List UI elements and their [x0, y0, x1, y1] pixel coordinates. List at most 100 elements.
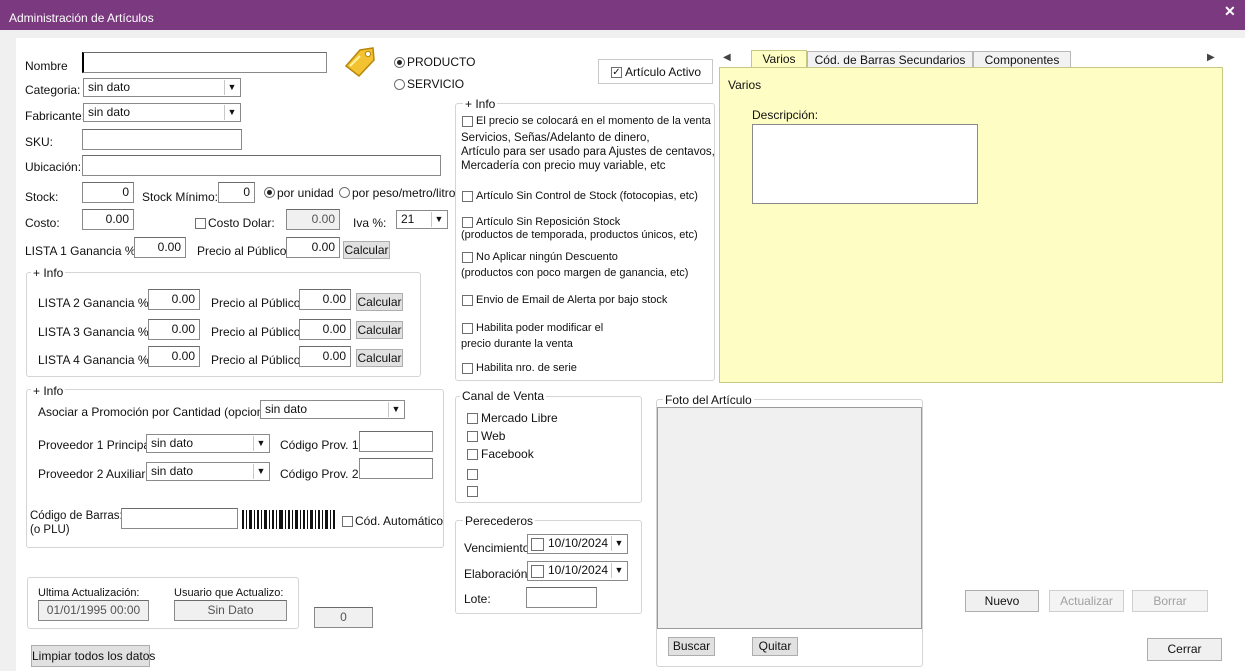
foto-preview[interactable] — [657, 407, 922, 629]
sin-control-stock-checkbox[interactable] — [462, 191, 473, 202]
email-alerta-checkbox[interactable] — [462, 295, 473, 306]
precio2-input[interactable]: 0.00 — [299, 289, 351, 310]
prov1-select[interactable]: sin dato ▼ — [146, 434, 270, 453]
tab-scroll-left-icon[interactable]: ◀ — [723, 52, 731, 63]
lista1-label: LISTA 1 Ganancia %: — [25, 244, 139, 258]
iva-select[interactable]: 21 ▼ — [396, 210, 448, 229]
limpiar-button[interactable]: Limpiar todos los datos — [31, 645, 155, 667]
barras-input[interactable] — [121, 508, 238, 529]
fabricante-label: Fabricante: — [25, 109, 86, 123]
precio4-label: Precio al Público: — [211, 353, 304, 367]
precio4-input[interactable]: 0.00 — [299, 346, 351, 367]
email-alerta-label: Envio de Email de Alerta por bajo stock — [476, 294, 668, 306]
producto-radio[interactable] — [394, 57, 405, 68]
prov2-select[interactable]: sin dato ▼ — [146, 462, 270, 481]
iva-value: 21 — [401, 212, 415, 226]
canal-extra-1-checkbox[interactable] — [467, 469, 478, 480]
precio3-input[interactable]: 0.00 — [299, 319, 351, 340]
cod1-input[interactable] — [359, 431, 433, 452]
sin-descuento-label: No Aplicar ningún Descuento — [476, 251, 618, 263]
sin-descuento-checkbox[interactable] — [462, 252, 473, 263]
costo-dolar-checkbox[interactable] — [195, 218, 206, 229]
mercado-libre-checkbox[interactable] — [467, 413, 478, 424]
cod2-input[interactable] — [359, 458, 433, 479]
precio-venta-checkbox[interactable] — [462, 116, 473, 127]
vencimiento-checkbox[interactable] — [531, 538, 544, 551]
window-title: Administración de Artículos — [9, 11, 154, 25]
calcular-3-button[interactable]: Calcular — [356, 321, 403, 339]
ultima-label: Ultima Actualización: — [38, 587, 140, 599]
prov2-value: sin dato — [151, 464, 194, 478]
por-peso-radio[interactable] — [339, 187, 350, 198]
facebook-checkbox[interactable] — [467, 449, 478, 460]
promo-select[interactable]: sin dato ▼ — [260, 400, 405, 419]
fabricante-select[interactable]: sin dato ▼ — [83, 103, 241, 122]
precio1-input[interactable]: 0.00 — [286, 237, 340, 258]
info-prov-legend: + Info — [31, 384, 66, 398]
nro-serie-checkbox[interactable] — [462, 363, 473, 374]
servicio-radio[interactable] — [394, 79, 405, 90]
producto-label: PRODUCTO — [407, 55, 476, 69]
calcular-1-button[interactable]: Calcular — [343, 241, 390, 259]
quitar-button[interactable]: Quitar — [752, 637, 798, 656]
nuevo-button[interactable]: Nuevo — [965, 590, 1039, 612]
calcular-4-button[interactable]: Calcular — [356, 349, 403, 367]
elaboracion-value: 10/10/2024 — [548, 563, 609, 577]
categoria-value: sin dato — [88, 80, 131, 94]
vencimiento-date[interactable]: 10/10/2024 ▼ — [527, 534, 628, 554]
sin-reposicion-checkbox[interactable] — [462, 217, 473, 228]
varios-title: Varios — [728, 78, 762, 92]
costo-dolar-label: Costo Dolar: — [208, 216, 275, 230]
lote-input[interactable] — [526, 587, 597, 608]
categoria-select[interactable]: sin dato ▼ — [83, 78, 241, 97]
lote-label: Lote: — [464, 592, 491, 606]
sin-reposicion-desc: (productos de temporada, productos único… — [461, 229, 698, 241]
foto-legend: Foto del Artículo — [663, 393, 754, 407]
por-unidad-radio[interactable] — [264, 187, 275, 198]
lista1-input[interactable]: 0.00 — [134, 237, 186, 258]
cod-automatico-label: Cód. Automático — [355, 514, 444, 528]
stock-min-input[interactable]: 0 — [218, 182, 255, 203]
nro-serie-label: Habilita nro. de serie — [476, 362, 577, 374]
barcode-icon[interactable] — [242, 510, 336, 529]
usuario-value: Sin Dato — [174, 600, 287, 621]
buscar-button[interactable]: Buscar — [668, 637, 715, 656]
costo-input[interactable]: 0.00 — [82, 209, 134, 230]
elaboracion-date[interactable]: 10/10/2024 ▼ — [527, 561, 628, 581]
descripcion-textarea[interactable] — [752, 124, 978, 204]
cerrar-button[interactable]: Cerrar — [1147, 638, 1222, 661]
promo-value: sin dato — [265, 402, 308, 416]
stock-input[interactable]: 0 — [82, 182, 134, 203]
sku-input[interactable] — [82, 129, 242, 150]
tab-barras-secundarios[interactable]: Cód. de Barras Secundarios — [807, 51, 973, 68]
activo-checkbox[interactable]: ✓ — [611, 67, 622, 78]
canal-extra-2-checkbox[interactable] — [467, 486, 478, 497]
web-checkbox[interactable] — [467, 431, 478, 442]
lista3-input[interactable]: 0.00 — [148, 319, 200, 340]
tab-componentes[interactable]: Componentes — [973, 51, 1071, 68]
lista2-input[interactable]: 0.00 — [148, 289, 200, 310]
precio2-label: Precio al Público: — [211, 296, 304, 310]
nombre-input[interactable] — [82, 52, 327, 73]
actualizar-button[interactable]: Actualizar — [1049, 590, 1124, 612]
prov2-label: Proveedor 2 Auxiliar: — [38, 467, 149, 481]
canal-legend: Canal de Venta — [460, 389, 547, 403]
lista4-input[interactable]: 0.00 — [148, 346, 200, 367]
elaboracion-checkbox[interactable] — [531, 565, 544, 578]
modificar-precio-checkbox[interactable] — [462, 323, 473, 334]
facebook-label: Facebook — [481, 447, 534, 461]
usuario-label: Usuario que Actualizo: — [174, 587, 284, 599]
tab-varios[interactable]: Varios — [751, 50, 807, 68]
cod-automatico-checkbox[interactable] — [342, 516, 353, 527]
sin-descuento-desc: (productos con poco margen de ganancia, … — [461, 267, 689, 279]
vencimiento-label: Vencimiento: — [464, 541, 533, 555]
calcular-2-button[interactable]: Calcular — [356, 293, 403, 311]
ubicacion-input[interactable] — [82, 155, 441, 176]
vencimiento-value: 10/10/2024 — [548, 536, 609, 550]
cod1-label: Código Prov. 1: — [280, 438, 362, 452]
borrar-button[interactable]: Borrar — [1132, 590, 1208, 612]
tab-scroll-right-icon[interactable]: ▶ — [1207, 52, 1215, 63]
iva-label: Iva %: — [353, 216, 387, 230]
close-icon[interactable]: ✕ — [1224, 3, 1236, 20]
nombre-label: Nombre — [25, 59, 68, 73]
